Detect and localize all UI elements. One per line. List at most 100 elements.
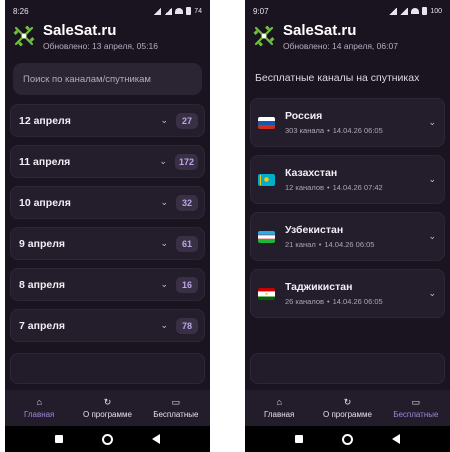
battery-level: 100 [430,7,442,15]
battery-level: 74 [194,7,202,15]
nav-free-label: Бесплатные [393,410,439,419]
channel-count: 303 канала [285,126,325,135]
day-label: 12 апреля [19,114,71,127]
day-label: 9 апреля [19,237,65,250]
signal-icon [164,7,173,15]
nav-about-label: О программе [83,410,132,419]
signal-icon [153,7,162,15]
battery-icon [422,7,428,15]
nav-home-label: Главная [263,410,295,419]
day-row[interactable]: 12 апреля ⌄ 27 [10,104,205,137]
system-navigation [5,426,210,452]
kazakhstan-flag-icon [258,173,275,186]
country-name: Таджикистан [285,281,353,293]
status-bar: 9:07 100 [245,0,450,22]
chevron-down-icon: ⌄ [160,115,168,125]
day-label: 11 апреля [19,155,71,168]
chevron-down-icon: ⌄ [428,231,436,241]
right-screen: 9:07 100 SaleSat.ru Обновлено: 14 апреля… [245,0,450,452]
home-icon: ⌂ [276,397,282,407]
chevron-down-icon: ⌄ [160,197,168,207]
signal-icon [400,7,409,15]
count-badge: 32 [176,194,198,211]
search-input[interactable]: Поиск по каналам/спутникам [13,63,202,95]
satellite-icon [13,25,35,47]
count-badge: 172 [174,153,198,170]
nav-about[interactable]: ↻ О программе [313,390,381,426]
day-row[interactable]: 11 апреля ⌄ 172 [10,145,205,178]
back-button[interactable] [152,434,161,444]
count-badge: 78 [176,317,198,334]
bottom-navigation: ⌂ Главная ↻ О программе ▭ Бесплатные [245,390,450,426]
country-name: Казахстан [285,167,338,179]
update-date: 14.04.26 07:42 [332,183,383,192]
update-date: 14.04.26 06:05 [324,240,375,249]
app-header: SaleSat.ru Обновлено: 13 апреля, 05:16 [5,22,210,56]
day-row[interactable]: 10 апреля ⌄ 32 [10,186,205,219]
satellite-icon [253,25,275,47]
country-card[interactable]: Узбекистан 21 канал • 14.04.26 06:05 ⌄ [250,212,445,261]
channel-count: 26 каналов [285,297,324,306]
nav-home[interactable]: ⌂ Главная [5,390,73,426]
chevron-down-icon: ⌄ [160,279,168,289]
day-row[interactable]: 9 апреля ⌄ 61 [10,227,205,260]
wifi-icon [175,8,184,14]
count-badge: 27 [176,112,198,129]
tajikistan-flag-icon [258,287,275,300]
russia-flag-icon [258,116,275,129]
country-name: Россия [285,110,323,122]
update-date: 14.04.26 06:05 [332,297,383,306]
wifi-icon [411,8,420,14]
status-time: 9:07 [253,6,269,16]
nav-home[interactable]: ⌂ Главная [245,390,313,426]
status-icons: 74 [153,7,202,15]
chevron-down-icon: ⌄ [159,156,167,166]
refresh-icon: ↻ [103,397,112,407]
day-label: 8 апреля [19,278,65,291]
chevron-down-icon: ⌄ [160,238,168,248]
nav-about[interactable]: ↻ О программе [73,390,141,426]
home-icon: ⌂ [36,397,42,407]
chevron-down-icon: ⌄ [428,174,436,184]
home-button[interactable] [341,433,353,445]
chevron-down-icon: ⌄ [428,288,436,298]
back-button[interactable] [392,434,401,444]
nav-free[interactable]: ▭ Бесплатные [382,390,450,426]
left-screen: 8:26 74 SaleSat.ru Обновлено: 13 апреля,… [5,0,210,452]
chevron-down-icon: ⌄ [428,117,436,127]
nav-about-label: О программе [323,410,372,419]
status-bar: 8:26 74 [5,0,210,22]
section-title: Бесплатные каналы на спутниках [255,72,420,84]
updated-time: Обновлено: 13 апреля, 05:16 [43,41,158,51]
home-button[interactable] [101,433,113,445]
app-title: SaleSat.ru [283,22,357,39]
country-name: Узбекистан [285,224,344,236]
channel-count: 21 канал [285,240,316,249]
country-card[interactable]: Таджикистан 26 каналов • 14.04.26 06:05 ⌄ [250,269,445,318]
recents-button[interactable] [54,435,63,443]
count-badge: 61 [176,235,198,252]
recents-button[interactable] [294,435,303,443]
day-label: 7 апреля [19,319,65,332]
empty-card [250,353,445,384]
day-list: 12 апреля ⌄ 27 11 апреля ⌄ 172 10 апреля… [10,104,205,342]
day-row[interactable]: 7 апреля ⌄ 78 [10,309,205,342]
uzbekistan-flag-icon [258,230,275,243]
count-badge: 16 [176,276,198,293]
nav-free[interactable]: ▭ Бесплатные [142,390,210,426]
bottom-navigation: ⌂ Главная ↻ О программе ▭ Бесплатные [5,390,210,426]
tv-icon: ▭ [171,397,181,407]
signal-icon [389,7,398,15]
day-label: 10 апреля [19,196,71,209]
country-list: Россия 303 канала • 14.04.26 06:05 ⌄ Казах… [250,98,445,318]
app-header: SaleSat.ru Обновлено: 14 апреля, 06:07 [245,22,450,56]
battery-icon [186,7,192,15]
status-time: 8:26 [13,6,29,16]
app-title: SaleSat.ru [43,22,117,39]
tv-icon: ▭ [411,397,421,407]
country-card[interactable]: Россия 303 канала • 14.04.26 06:05 ⌄ [250,98,445,147]
empty-card [10,353,205,384]
day-row[interactable]: 8 апреля ⌄ 16 [10,268,205,301]
nav-home-label: Главная [23,410,55,419]
country-card[interactable]: Казахстан 12 каналов • 14.04.26 07:42 ⌄ [250,155,445,204]
